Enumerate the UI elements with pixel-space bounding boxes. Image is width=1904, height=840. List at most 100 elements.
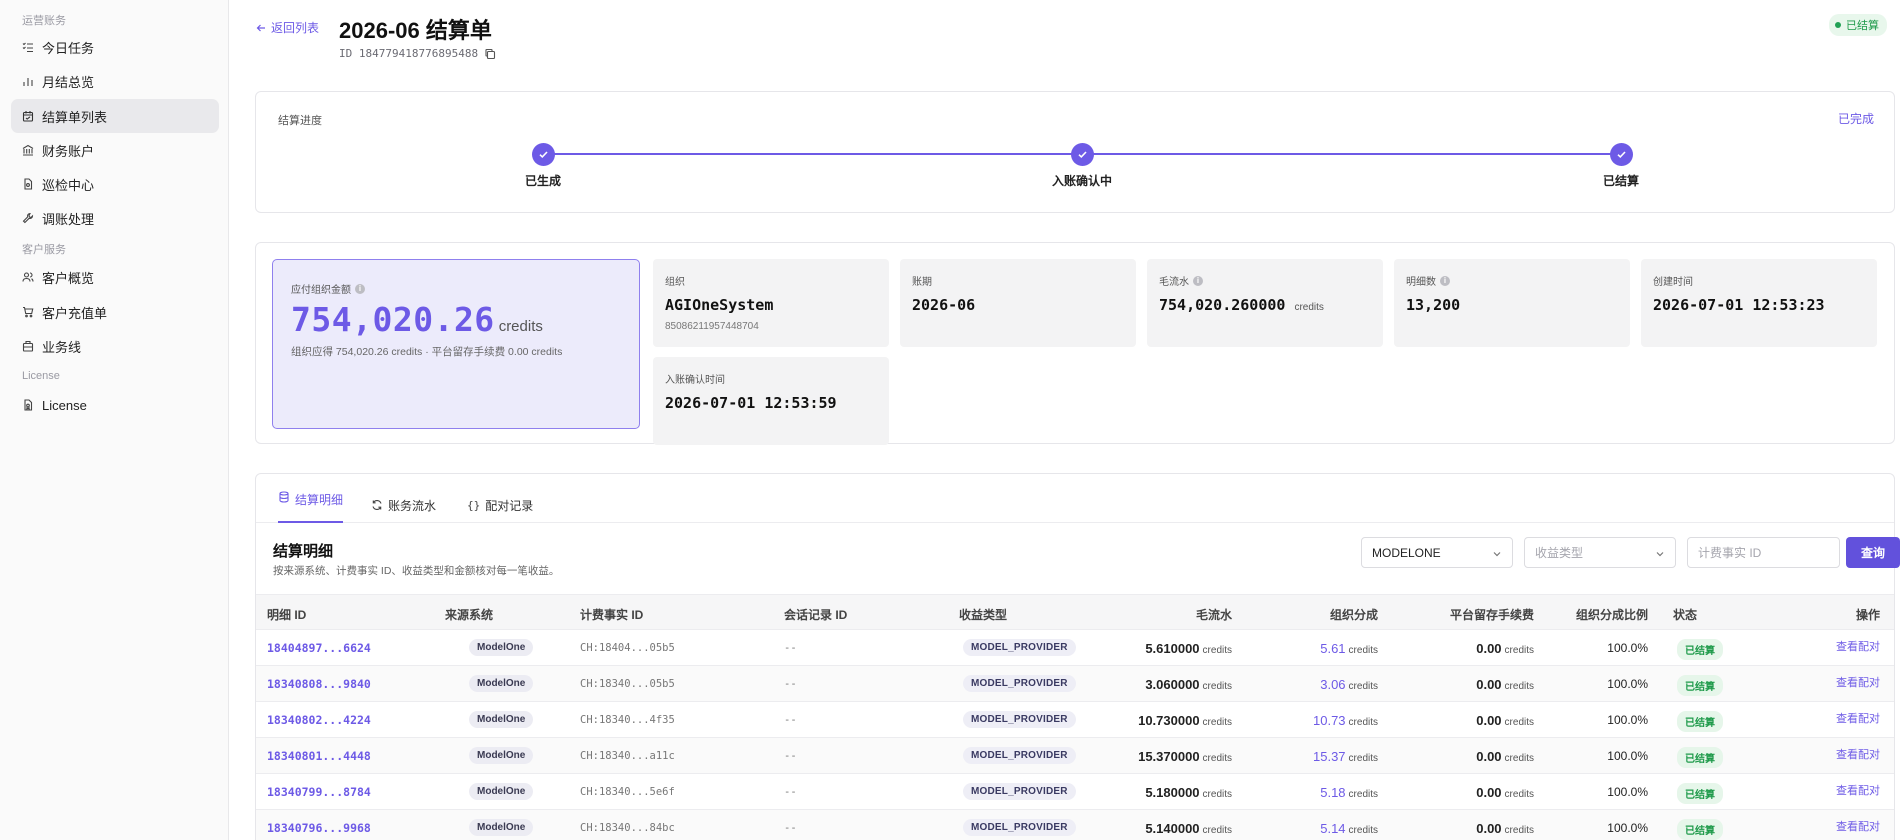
table-row: 18340796...9968 ModelOne CH:18340...84bc --…	[256, 810, 1894, 840]
org-share-ratio: 100.0%	[1607, 821, 1648, 835]
stat-label: 明细数 i	[1406, 273, 1450, 288]
view-match-link[interactable]: 查看配对	[1836, 710, 1880, 726]
section-title: 结算明细	[273, 543, 334, 560]
sidebar: 运营账务 今日任务 月结总览 结算单列表 财务账户 巡检中心 调账处理 客户服务	[0, 0, 229, 840]
stat-label: 账期	[912, 277, 932, 288]
tab-settlement-details[interactable]: 结算明细	[278, 491, 344, 523]
column-header: 操作	[1855, 608, 1880, 622]
gross-value: 5.140000	[1145, 821, 1200, 836]
progress-done-link[interactable]: 已完成	[1838, 110, 1874, 127]
org-share-amount: 3.06 credits	[1320, 677, 1378, 692]
view-match-link[interactable]: 查看配对	[1836, 638, 1880, 654]
sidebar-item-label: 月结总览	[42, 74, 95, 90]
table-row: 18340801...4448 ModelOne CH:18340...a11c --…	[256, 738, 1894, 774]
stat-label-text: 明细数	[1406, 277, 1436, 288]
platform-fee-value: 0.00	[1476, 713, 1502, 728]
platform-fee-value: 0.00	[1476, 641, 1502, 656]
gross-amount: 5.610000 credits	[1145, 641, 1232, 656]
info-icon[interactable]: i	[1193, 275, 1203, 286]
sidebar-item-label: 财务账户	[42, 143, 95, 159]
org-share-amount: 5.14 credits	[1320, 821, 1378, 836]
stat-value: AGIOneSystem	[665, 296, 774, 314]
stat-label-text: 毛流水	[1159, 277, 1189, 288]
gross-value: 3.060000	[1145, 677, 1200, 692]
arrow-left-icon	[256, 24, 265, 31]
view-match-link[interactable]: 查看配对	[1836, 818, 1880, 834]
sidebar-item-today-tasks[interactable]: 今日任务	[11, 30, 219, 64]
column-header: 来源系统	[445, 608, 494, 622]
detail-id-link[interactable]: 18404897...6624	[267, 641, 371, 655]
unit-label: credits	[1202, 825, 1232, 836]
unit-label: credits	[1504, 645, 1534, 656]
stat-gross-flow: 毛流水 i 754,020.260000 credits	[1147, 259, 1383, 347]
status-badge: 已结算	[1677, 747, 1723, 768]
stat-value: 13,200	[1406, 296, 1461, 314]
income-type-badge: MODEL_PROVIDER	[963, 747, 1076, 764]
billing-fact-id-input[interactable]: 计费事实 ID	[1687, 537, 1840, 568]
column-header: 会话记录 ID	[784, 608, 848, 622]
platform-fee-amount: 0.00 credits	[1476, 713, 1534, 728]
status-badge: 已结算	[1677, 819, 1723, 840]
query-button[interactable]: 查询	[1846, 537, 1900, 568]
org-share-ratio: 100.0%	[1607, 677, 1648, 691]
income-type-select[interactable]: 收益类型	[1524, 537, 1676, 568]
payable-amount-breakdown: 组织应得 754,020.26 credits · 平台留存手续费 0.00 c…	[291, 346, 563, 358]
session-record-id: --	[784, 642, 797, 654]
sidebar-item-customer-overview[interactable]: 客户概览	[11, 260, 219, 294]
stat-sub: 85086211957448704	[665, 321, 759, 332]
detail-id-link[interactable]: 18340796...9968	[267, 821, 371, 835]
sidebar-item-monthly-overview[interactable]: 月结总览	[11, 64, 219, 98]
session-record-id: --	[784, 678, 797, 690]
detail-id-link[interactable]: 18340802...4224	[267, 713, 371, 727]
info-icon[interactable]: i	[1440, 275, 1450, 286]
progress-step-label: 入账确认中	[1051, 174, 1112, 188]
sidebar-item-license[interactable]: License	[11, 388, 219, 422]
status-badge: 已结算	[1677, 675, 1723, 696]
sidebar-item-adjustments[interactable]: 调账处理	[11, 201, 219, 235]
session-record-id: --	[784, 786, 797, 798]
tab-match-records[interactable]: {} 配对记录	[467, 491, 533, 519]
gross-amount: 5.140000 credits	[1145, 821, 1232, 836]
sidebar-item-recharge-orders[interactable]: 客户充值单	[11, 295, 219, 329]
sidebar-item-label: License	[42, 397, 87, 413]
stat-organization: 组织 AGIOneSystem 85086211957448704	[653, 259, 889, 347]
source-system-select[interactable]: MODELONE	[1361, 537, 1513, 568]
column-header: 计费事实 ID	[580, 608, 644, 622]
detail-id-link[interactable]: 18340801...4448	[267, 749, 371, 763]
sidebar-item-inspection[interactable]: 巡检中心	[11, 167, 219, 201]
session-record-id: --	[784, 750, 797, 762]
info-icon[interactable]: i	[355, 283, 365, 294]
sidebar-item-statements[interactable]: 结算单列表	[11, 99, 219, 133]
back-link[interactable]: 返回列表	[256, 19, 319, 36]
gross-amount: 10.730000 credits	[1138, 713, 1232, 728]
cart-icon	[23, 306, 34, 318]
refresh-icon	[372, 500, 382, 510]
view-match-link[interactable]: 查看配对	[1836, 746, 1880, 762]
detail-id-link[interactable]: 18340799...8784	[267, 785, 371, 799]
sidebar-item-label: 客户概览	[42, 270, 95, 286]
details-card: 结算明细 账务流水 {} 配对记录 结算明细 按来源系统、计费事实 ID、收益类…	[255, 473, 1900, 840]
progress-step-settled: 已结算	[1561, 143, 1681, 189]
sidebar-item-finance-accounts[interactable]: 财务账户	[11, 133, 219, 167]
progress-card: 结算进度 已完成 已生成 入账确认中 已结算	[255, 91, 1895, 213]
sidebar-item-business-lines[interactable]: 业务线	[11, 329, 219, 363]
sidebar-item-label: 客户充值单	[42, 305, 108, 321]
gross-value: 5.180000	[1145, 785, 1200, 800]
platform-fee-amount: 0.00 credits	[1476, 821, 1534, 836]
column-header: 状态	[1673, 608, 1698, 622]
progress-step-generated: 已生成	[483, 143, 603, 189]
tab-ledger-flow[interactable]: 账务流水	[371, 491, 436, 519]
stat-line-count: 明细数 i 13,200	[1394, 259, 1630, 347]
view-match-link[interactable]: 查看配对	[1836, 674, 1880, 690]
org-share-value: 3.06	[1320, 677, 1346, 692]
gross-value: 5.610000	[1145, 641, 1200, 656]
unit-label: credits	[1504, 753, 1534, 764]
table-body: 18404897...6624 ModelOne CH:18404...05b5 --…	[256, 630, 1894, 840]
detail-id-link[interactable]: 18340808...9840	[267, 677, 371, 691]
sidebar-section-customer: 客户服务	[22, 244, 66, 256]
progress-step-label: 已生成	[524, 174, 561, 188]
copy-icon[interactable]	[484, 48, 496, 60]
stat-created-at: 创建时间 2026-07-01 12:53:23	[1641, 259, 1877, 347]
section-subtitle: 按来源系统、计费事实 ID、收益类型和金额核对每一笔收益。	[273, 565, 560, 577]
view-match-link[interactable]: 查看配对	[1836, 782, 1880, 798]
